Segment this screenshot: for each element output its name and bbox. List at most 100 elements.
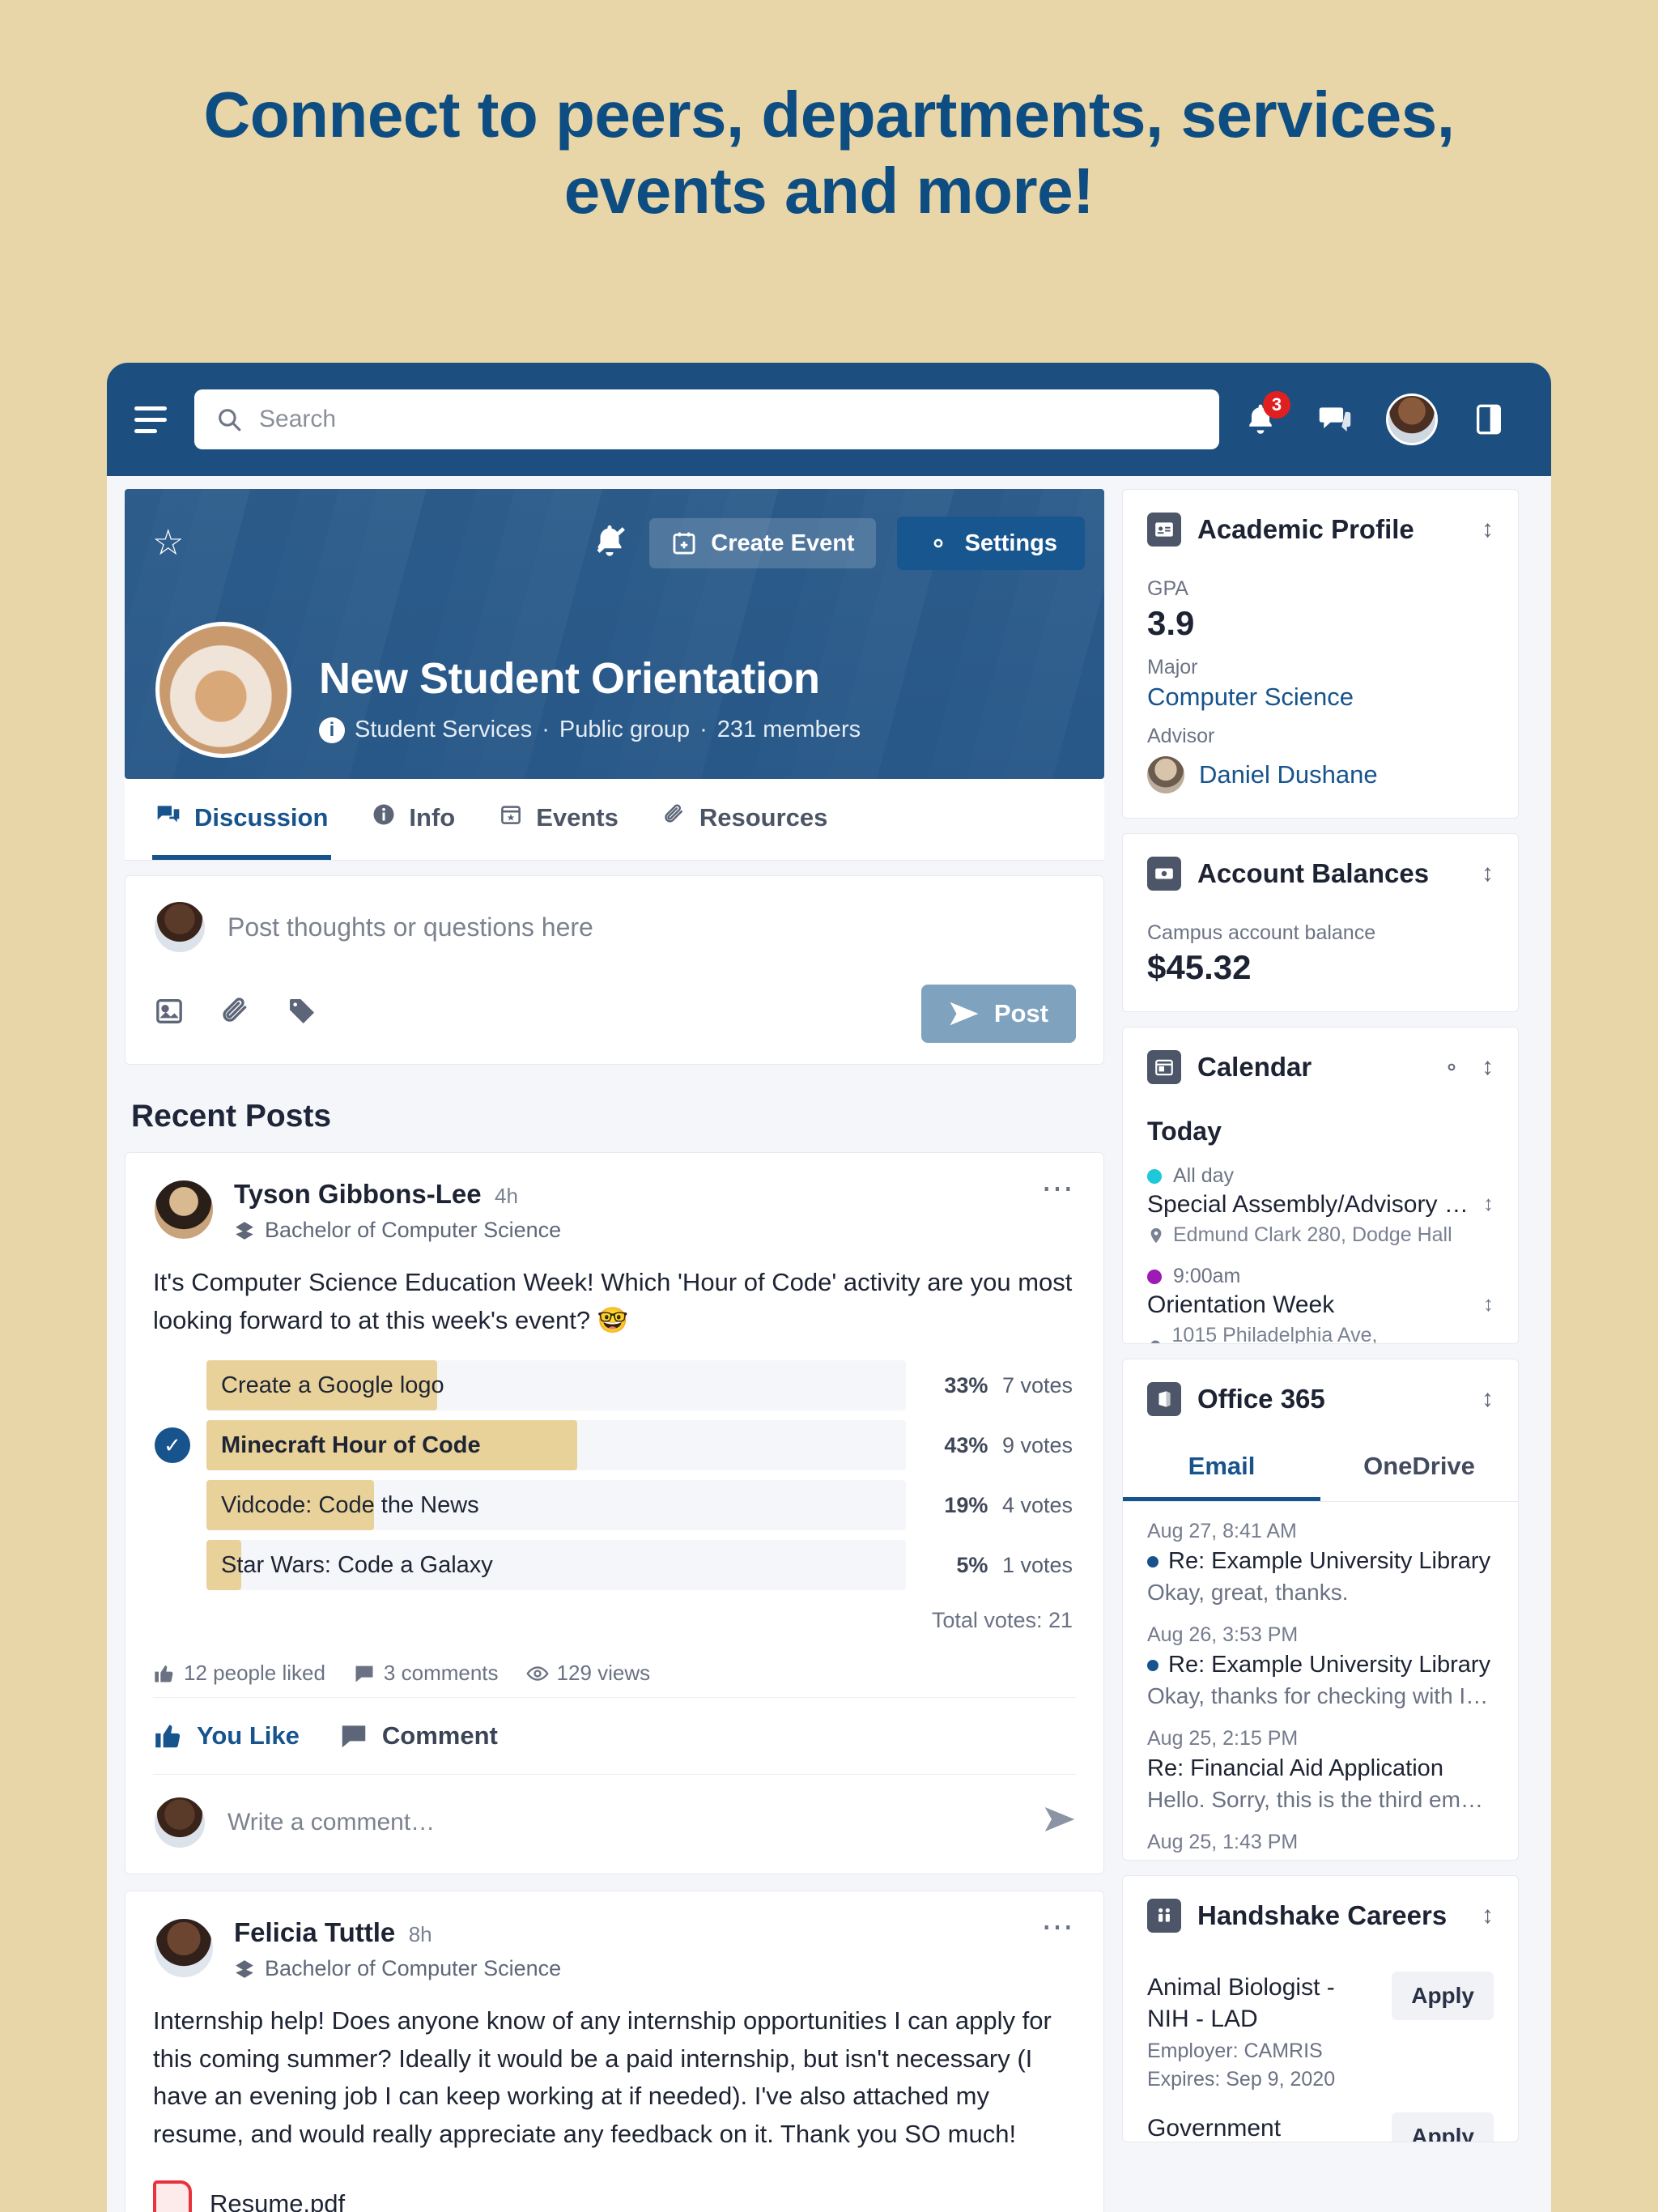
- send-comment-button[interactable]: [1044, 1805, 1076, 1841]
- email-item[interactable]: Aug 25, 2:15 PM Re: Financial Aid Applic…: [1123, 1709, 1518, 1813]
- collapse-toggle[interactable]: ↕: [1482, 860, 1494, 887]
- post-author[interactable]: Tyson Gibbons-Lee: [234, 1179, 482, 1209]
- email-subject-row: Re: Financial Aid Application: [1147, 1859, 1494, 1860]
- poll-option[interactable]: Create a Google logo 33% 7 votes: [153, 1360, 1076, 1410]
- create-event-button[interactable]: Create Event: [649, 518, 876, 568]
- widget-title: Calendar: [1197, 1052, 1312, 1082]
- image-icon[interactable]: [153, 995, 185, 1033]
- poll-option-label: Create a Google logo: [221, 1372, 444, 1398]
- apply-button[interactable]: Apply: [1392, 1972, 1494, 2020]
- tab-info-label: Info: [409, 803, 456, 832]
- group-avatar[interactable]: [155, 622, 291, 758]
- poll-option-percent: 19%: [944, 1492, 988, 1517]
- post-composer: Post thoughts or questions here Post: [125, 875, 1104, 1065]
- gear-icon: [933, 538, 942, 548]
- email-subject-row: Re: Financial Aid Application: [1147, 1755, 1494, 1782]
- widget-handshake-careers: Handshake Careers ↕ Animal Biologist - N…: [1122, 1875, 1519, 2142]
- email-preview: Okay, thanks for checking with IT. I di…: [1147, 1683, 1494, 1708]
- user-avatar[interactable]: [1386, 393, 1438, 445]
- discussion-icon: [155, 802, 181, 834]
- post-author[interactable]: Felicia Tuttle: [234, 1917, 395, 1947]
- hamburger-menu-icon[interactable]: [134, 398, 176, 440]
- tag-icon[interactable]: [286, 995, 318, 1033]
- like-button[interactable]: You Like: [153, 1721, 300, 1751]
- post-header: Felicia Tuttle 8h Bachelor of Computer S…: [153, 1911, 1076, 1981]
- collapse-toggle[interactable]: ↕: [1482, 516, 1494, 543]
- search-input[interactable]: Search: [194, 389, 1219, 449]
- post-menu-button[interactable]: ⋯: [1041, 1172, 1076, 1205]
- email-subject-row: Re: Example University Library: [1147, 1548, 1494, 1575]
- search-placeholder: Search: [259, 406, 337, 432]
- settings-button[interactable]: Settings: [896, 517, 1085, 570]
- expand-event-icon[interactable]: ↕: [1483, 1291, 1494, 1317]
- id-card-icon: [1147, 513, 1181, 547]
- job-listing[interactable]: Government Relations Internship (Fall 20…: [1123, 2091, 1518, 2142]
- poll-option[interactable]: ✓ Minecraft Hour of Code 43% 9 votes: [153, 1420, 1076, 1470]
- email-subject-row: Re: Example University Library: [1147, 1652, 1494, 1678]
- tab-onedrive[interactable]: OneDrive: [1320, 1434, 1518, 1501]
- composer-input-row[interactable]: Post thoughts or questions here: [153, 900, 1076, 954]
- tab-discussion[interactable]: Discussion: [152, 779, 332, 860]
- promo-headline: Connect to peers, departments, services,…: [203, 79, 1456, 228]
- poll-option-votes: 7 votes: [1001, 1372, 1073, 1397]
- email-item[interactable]: Aug 26, 3:53 PM Re: Example University L…: [1123, 1606, 1518, 1709]
- poll-option[interactable]: Star Wars: Code a Galaxy 5% 1 votes: [153, 1540, 1076, 1590]
- favorite-star-icon[interactable]: ☆: [152, 525, 184, 561]
- job-listing[interactable]: Animal Biologist - NIH - LAD Employer: C…: [1123, 1950, 1518, 2091]
- post-attachment[interactable]: Resume.pdf: [153, 2180, 1076, 2212]
- email-item[interactable]: Aug 27, 8:41 AM Re: Example University L…: [1123, 1502, 1518, 1606]
- collapse-toggle[interactable]: ↕: [1482, 1385, 1494, 1413]
- attachment-icon[interactable]: [219, 995, 252, 1033]
- tab-info[interactable]: Info: [368, 779, 458, 860]
- right-panel-toggle[interactable]: [1465, 396, 1512, 443]
- expand-event-icon[interactable]: ↕: [1483, 1191, 1494, 1216]
- advisor-row[interactable]: Daniel Dushane: [1147, 756, 1494, 793]
- post-author-program: Bachelor of Computer Science: [234, 1956, 1022, 1981]
- attachment-name: Resume.pdf: [210, 2189, 346, 2212]
- calendar-event-time: 9:00am: [1147, 1265, 1494, 1288]
- poll-bar: Star Wars: Code a Galaxy: [206, 1540, 906, 1590]
- comment-button[interactable]: Comment: [338, 1721, 498, 1751]
- group-members: 231 members: [716, 717, 861, 742]
- money-icon: [1147, 857, 1181, 891]
- apply-button[interactable]: Apply: [1392, 2112, 1494, 2142]
- collapse-toggle[interactable]: ↕: [1482, 1053, 1494, 1081]
- poll-option[interactable]: Vidcode: Code the News 19% 4 votes: [153, 1480, 1076, 1530]
- thumbs-up-icon: [155, 1665, 173, 1682]
- post-author-program: Bachelor of Computer Science: [234, 1218, 1022, 1243]
- avatar[interactable]: [153, 1179, 215, 1240]
- tab-resources[interactable]: Resources: [659, 779, 831, 860]
- poll-option-label: Star Wars: Code a Galaxy: [221, 1551, 493, 1578]
- comment-count: 3 comments: [353, 1661, 499, 1686]
- mute-notifications-icon[interactable]: [591, 522, 628, 565]
- calendar-settings[interactable]: ↕: [1439, 1053, 1494, 1081]
- post-timestamp: 4h: [495, 1184, 518, 1208]
- calendar-event[interactable]: 9:00am Orientation Week ↕ 1015 Philadelp…: [1147, 1265, 1494, 1343]
- email-item[interactable]: Aug 25, 1:43 PM Re: Financial Aid Applic…: [1123, 1813, 1518, 1860]
- advisor-name[interactable]: Daniel Dushane: [1199, 760, 1378, 789]
- post-button[interactable]: Post: [920, 985, 1076, 1043]
- major-value[interactable]: Computer Science: [1147, 683, 1494, 712]
- gpa-value: 3.9: [1147, 604, 1195, 642]
- calendar-event-time: All day: [1147, 1164, 1494, 1188]
- post-menu-button[interactable]: ⋯: [1041, 1911, 1076, 1943]
- email-preview: Hello. Sorry, this is the third email. I…: [1147, 1787, 1494, 1812]
- collapse-toggle[interactable]: ↕: [1482, 1902, 1494, 1929]
- tab-events[interactable]: Events: [495, 779, 622, 860]
- poll-option-votes: 4 votes: [1001, 1492, 1073, 1517]
- comment-input-row[interactable]: Write a comment…: [153, 1774, 1076, 1874]
- messages-button[interactable]: [1312, 396, 1358, 443]
- email-date: Aug 26, 3:53 PM: [1147, 1623, 1299, 1646]
- calendar-icon: [1147, 1050, 1181, 1084]
- email-preview: Okay, great, thanks.: [1147, 1580, 1349, 1605]
- balance-label: Campus account balance: [1147, 921, 1376, 944]
- widget-header: Calendar ↕: [1123, 1027, 1518, 1102]
- poll-option-stats: 5% 1 votes: [920, 1553, 1076, 1578]
- widget-title: Account Balances: [1197, 858, 1430, 888]
- tab-email[interactable]: Email: [1123, 1434, 1320, 1501]
- calendar-event[interactable]: All day Special Assembly/Advisory Sched……: [1147, 1164, 1494, 1247]
- notifications-button[interactable]: 3: [1237, 391, 1290, 443]
- avatar[interactable]: [153, 1917, 215, 1979]
- header-actions: 3: [1237, 391, 1512, 445]
- group-meta: i Student Services · Public group · 231 …: [319, 717, 861, 743]
